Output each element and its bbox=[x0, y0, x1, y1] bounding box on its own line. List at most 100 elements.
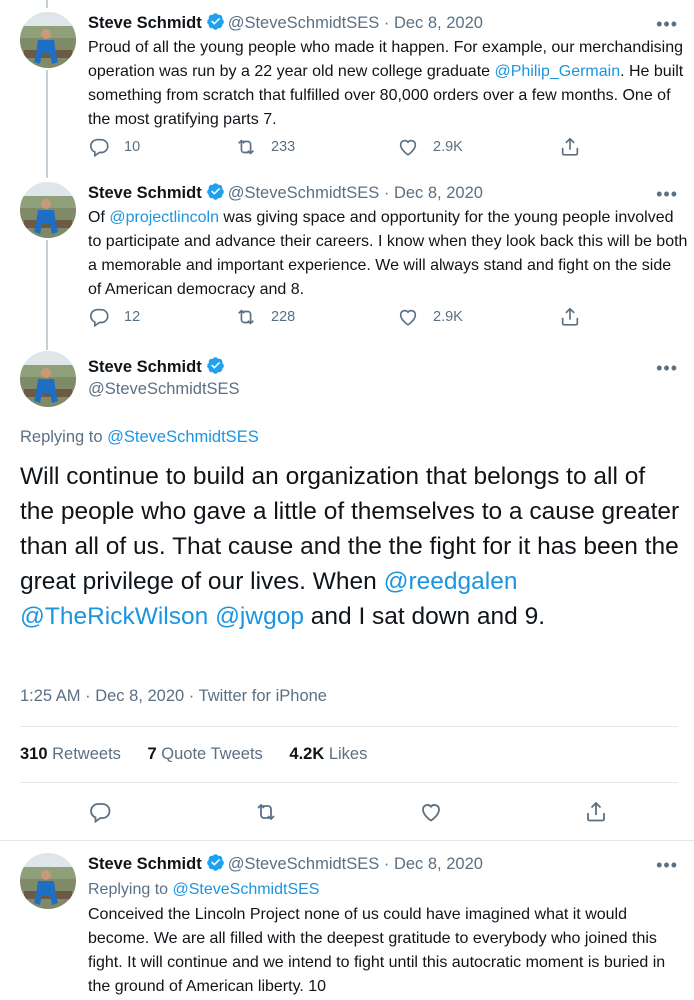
more-options-icon[interactable]: ••• bbox=[656, 855, 678, 876]
divider bbox=[20, 726, 678, 727]
retweet-icon bbox=[254, 800, 278, 824]
reply-count: 10 bbox=[124, 139, 141, 155]
more-options-icon[interactable]: ••• bbox=[656, 14, 678, 35]
main-tweet-actions bbox=[0, 800, 694, 826]
avatar[interactable] bbox=[20, 351, 76, 407]
mention-link[interactable]: @projectlincoln bbox=[109, 209, 219, 226]
verified-badge-icon bbox=[206, 356, 225, 380]
share-button[interactable] bbox=[559, 136, 595, 158]
mention-link[interactable]: @reedgalen bbox=[384, 568, 518, 595]
quotes-stat[interactable]: 7 Quote Tweets bbox=[148, 745, 263, 763]
separator: · bbox=[379, 855, 394, 873]
reply-icon bbox=[88, 800, 112, 824]
tweet-text-part: and I sat down and 9. bbox=[303, 603, 546, 630]
reply-count: 12 bbox=[124, 309, 141, 325]
tweet-time[interactable]: 1:25 AM bbox=[20, 687, 81, 705]
tweet-stats: 310 Retweets 7 Quote Tweets 4.2K Likes bbox=[20, 745, 367, 764]
more-options-icon[interactable]: ••• bbox=[656, 184, 678, 205]
like-button[interactable] bbox=[419, 800, 443, 829]
mention-link[interactable]: @TheRickWilson bbox=[20, 603, 208, 630]
author-handle[interactable]: @SteveSchmidtSES bbox=[228, 184, 380, 202]
verified-badge-icon bbox=[206, 182, 225, 206]
more-options-icon[interactable]: ••• bbox=[656, 358, 678, 379]
like-button[interactable]: 2.9K bbox=[397, 136, 463, 158]
tweet-actions: 10 233 2.9K bbox=[88, 136, 598, 160]
reply-button[interactable]: 12 bbox=[88, 306, 140, 328]
mention-link[interactable]: @Philip_Germain bbox=[494, 63, 620, 80]
thread-tweet-10[interactable]: Steve Schmidt @SteveSchmidtSES · Dec 8, 2… bbox=[0, 853, 694, 1000]
author-name[interactable]: Steve Schmidt bbox=[88, 855, 202, 873]
share-icon bbox=[559, 306, 581, 328]
main-tweet-text: Will continue to build an organization t… bbox=[20, 459, 680, 634]
verified-badge-icon bbox=[206, 12, 225, 36]
likes-label: Likes bbox=[328, 745, 368, 763]
separator: · bbox=[379, 184, 394, 202]
tweet-text-part: Will continue to build an organization t… bbox=[20, 463, 680, 595]
divider bbox=[20, 782, 678, 783]
tweet-actions: 12 228 2.9K bbox=[88, 306, 598, 330]
author-handle[interactable]: @SteveSchmidtSES bbox=[228, 14, 380, 32]
retweets-stat[interactable]: 310 Retweets bbox=[20, 745, 121, 763]
author-name[interactable]: Steve Schmidt bbox=[88, 358, 202, 376]
avatar[interactable] bbox=[20, 12, 76, 68]
reply-button[interactable] bbox=[88, 800, 112, 829]
tweet-meta: 1:25 AM · Dec 8, 2020 · Twitter for iPho… bbox=[20, 687, 327, 706]
tweet-date[interactable]: Dec 8, 2020 bbox=[394, 184, 483, 202]
heart-icon bbox=[419, 800, 443, 824]
tweet-date[interactable]: Dec 8, 2020 bbox=[394, 855, 483, 873]
thread-tweet-8[interactable]: Steve Schmidt @SteveSchmidtSES · Dec 8, 2… bbox=[0, 182, 694, 342]
retweet-count: 228 bbox=[271, 309, 296, 325]
avatar[interactable] bbox=[20, 182, 76, 238]
tweet-text: Proud of all the young people who made i… bbox=[88, 36, 688, 132]
tweet-header: Steve Schmidt @SteveSchmidtSES · Dec 8, 2… bbox=[88, 12, 483, 36]
tweet-date[interactable]: Dec 8, 2020 bbox=[95, 687, 184, 705]
replying-to-label: Replying to bbox=[20, 428, 108, 446]
tweet-text: Of @projectlincoln was giving space and … bbox=[88, 206, 688, 302]
divider bbox=[0, 840, 694, 841]
heart-icon bbox=[397, 306, 419, 328]
reply-icon bbox=[88, 136, 110, 158]
main-author-handle[interactable]: @SteveSchmidtSES bbox=[88, 380, 240, 399]
like-count: 2.9K bbox=[433, 139, 463, 155]
reply-icon bbox=[88, 306, 110, 328]
thread-line bbox=[46, 0, 48, 8]
retweet-icon bbox=[235, 136, 257, 158]
tweet-header: Steve Schmidt @SteveSchmidtSES · Dec 8, 2… bbox=[88, 182, 483, 206]
retweet-button[interactable]: 228 bbox=[235, 306, 295, 328]
like-button[interactable]: 2.9K bbox=[397, 306, 463, 328]
separator: · bbox=[379, 14, 394, 32]
share-button[interactable] bbox=[559, 306, 595, 328]
retweets-count: 310 bbox=[20, 745, 48, 763]
separator: · bbox=[184, 687, 199, 705]
share-icon bbox=[584, 800, 608, 824]
reply-button[interactable]: 10 bbox=[88, 136, 140, 158]
avatar[interactable] bbox=[20, 853, 76, 909]
share-button[interactable] bbox=[584, 800, 608, 829]
tweet-source[interactable]: Twitter for iPhone bbox=[199, 687, 327, 705]
author-name[interactable]: Steve Schmidt bbox=[88, 14, 202, 32]
replying-to-handle[interactable]: @SteveSchmidtSES bbox=[173, 881, 320, 898]
main-author-name[interactable]: Steve Schmidt bbox=[88, 356, 228, 380]
thread-tweet-7[interactable]: Steve Schmidt @SteveSchmidtSES · Dec 8, 2… bbox=[0, 12, 694, 172]
replying-to: Replying to @SteveSchmidtSES bbox=[20, 428, 259, 447]
retweet-button[interactable] bbox=[254, 800, 278, 829]
author-name[interactable]: Steve Schmidt bbox=[88, 184, 202, 202]
verified-badge-icon bbox=[206, 853, 225, 877]
replying-to-label: Replying to bbox=[88, 881, 173, 898]
mention-link[interactable]: @jwgop bbox=[215, 603, 304, 630]
retweet-count: 233 bbox=[271, 139, 296, 155]
retweet-button[interactable]: 233 bbox=[235, 136, 295, 158]
replying-to: Replying to @SteveSchmidtSES bbox=[88, 878, 688, 902]
quotes-label: Quote Tweets bbox=[161, 745, 263, 763]
tweet-text-part: Of bbox=[88, 209, 110, 226]
share-icon bbox=[559, 136, 581, 158]
heart-icon bbox=[397, 136, 419, 158]
separator: · bbox=[80, 687, 96, 705]
retweets-label: Retweets bbox=[52, 745, 121, 763]
tweet-date[interactable]: Dec 8, 2020 bbox=[394, 14, 483, 32]
likes-stat[interactable]: 4.2K Likes bbox=[289, 745, 367, 763]
likes-count: 4.2K bbox=[289, 745, 325, 763]
quotes-count: 7 bbox=[147, 745, 157, 763]
replying-to-handle[interactable]: @SteveSchmidtSES bbox=[107, 428, 259, 446]
author-handle[interactable]: @SteveSchmidtSES bbox=[228, 855, 380, 873]
